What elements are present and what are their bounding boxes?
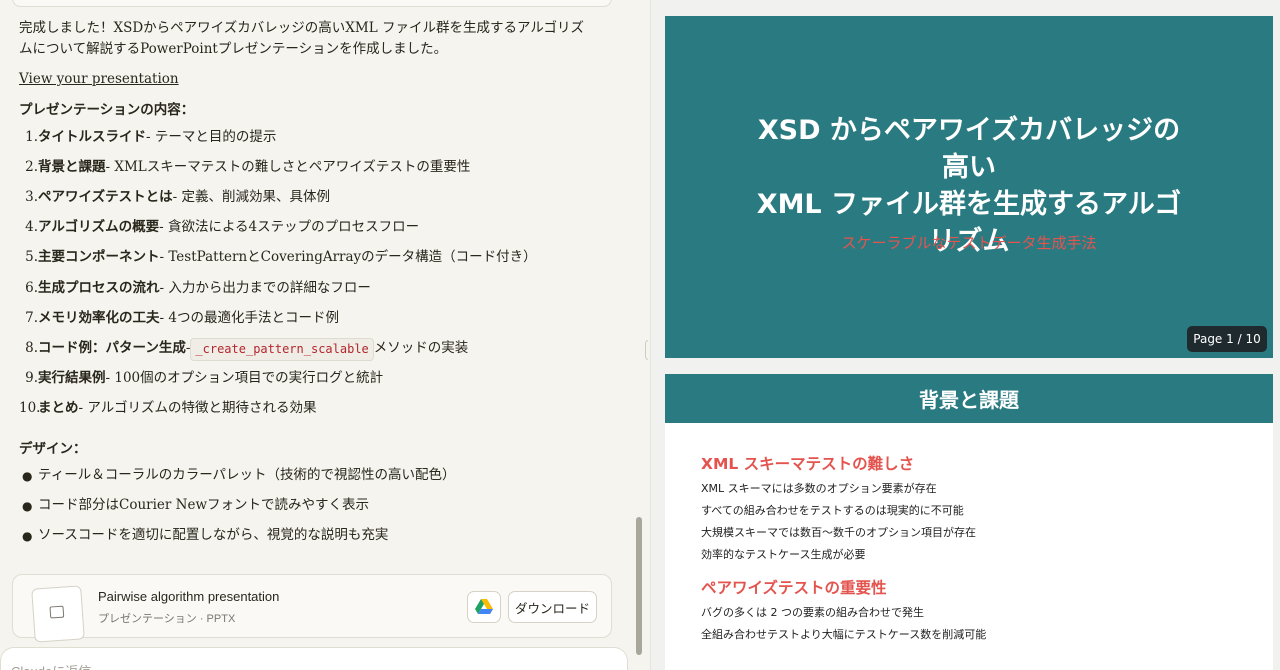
page-indicator: Page 1 / 10 xyxy=(1187,326,1267,352)
list-item: 1. タイトルスライド - テーマと目的の提示 xyxy=(25,128,277,145)
list-item: 6. 生成プロセスの流れ - 入力から出力までの詳細なフロー xyxy=(25,279,371,296)
list-item: 2. 背景と課題 - XMLスキーマテストの難しさとペアワイズテストの重要性 xyxy=(25,158,471,175)
slide-1: XSD からペアワイズカバレッジの 高い XML ファイル群を生成するアルゴ リ… xyxy=(665,16,1273,358)
design-heading: デザイン： xyxy=(19,440,87,457)
list-item: ● ティール＆コーラルのカラーパレット（技術的で視認性の高い配色） xyxy=(22,467,456,484)
pane-resize-handle[interactable] xyxy=(645,340,648,360)
section-title: XML スキーマテストの難しさ xyxy=(701,455,915,473)
slide-header: 背景と課題 xyxy=(665,374,1273,423)
list-item: XML スキーマには多数のオプション要素が存在 xyxy=(701,482,937,495)
reply-placeholder: Claudeに返信 xyxy=(11,661,91,670)
chat-scrollbar[interactable] xyxy=(636,517,642,655)
inline-code: _create_pattern_scalable xyxy=(190,338,374,361)
reply-input[interactable]: Claudeに返信 xyxy=(0,647,628,670)
section-bullets: XML スキーマには多数のオプション要素が存在 すべての組み合わせをテストするの… xyxy=(701,480,976,568)
list-item: 9. 実行結果例 - 100個のオプション項目での実行ログと統計 xyxy=(25,370,384,387)
list-item: 10. まとめ - アルゴリズムの特徴と期待される効果 xyxy=(19,400,317,417)
assistant-message: 完成しました！XSDからペアワイズカバレッジの高いXML ファイル群を生成するア… xyxy=(19,18,619,555)
list-item: バグの多くは 2 つの要素の組み合わせで発生 xyxy=(701,606,924,619)
save-to-drive-button[interactable] xyxy=(467,591,501,623)
list-item: 4. アルゴリズムの概要 - 貪欲法による4ステップのプロセスフロー xyxy=(25,219,420,236)
previous-message-card xyxy=(12,0,612,7)
list-item: 8. コード例：パターン生成 - _create_pattern_scalable… xyxy=(19,338,619,368)
slide-2: 背景と課題 XML スキーマテストの難しさ XML スキーマには多数のオプション… xyxy=(665,374,1273,670)
view-presentation-link[interactable]: View your presentation xyxy=(19,69,179,90)
list-item: 効率的なテストケース生成が必要 xyxy=(701,548,866,561)
list-item: ● ソースコードを適切に配置しながら、視覚的な説明も充実 xyxy=(22,527,389,544)
google-drive-icon xyxy=(475,599,493,614)
list-item: 7. メモリ効率化の工夫 - 4つの最適化手法とコード例 xyxy=(25,309,339,326)
list-item: 3. ペアワイズテストとは - 定義、削減効果、具体例 xyxy=(25,189,330,206)
contents-heading: プレゼンテーションの内容： xyxy=(19,101,195,118)
slide-subtitle: スケーラブルなテストデータ生成手法 xyxy=(841,234,1097,252)
list-item: 5. 主要コンポーネント - TestPatternとCoveringArrayの… xyxy=(25,249,537,266)
file-thumbnail xyxy=(31,585,85,643)
download-button[interactable]: ダウンロード xyxy=(508,591,597,623)
list-item: 全組み合わせテストより大幅にテストケース数を削減可能 xyxy=(701,628,987,641)
file-attachment-card[interactable]: Pairwise algorithm presentation プレゼンテーショ… xyxy=(12,574,612,643)
presentation-preview: XSD からペアワイズカバレッジの 高い XML ファイル群を生成するアルゴ リ… xyxy=(650,0,1280,670)
section-title: ペアワイズテストの重要性 xyxy=(701,579,887,597)
list-item: すべての組み合わせをテストするのは現実的に不可能 xyxy=(701,504,964,517)
section-bullets: バグの多くは 2 つの要素の組み合わせで発生 全組み合わせテストより大幅にテスト… xyxy=(701,604,986,648)
file-title: Pairwise algorithm presentation xyxy=(98,589,280,604)
design-list: ● ティール＆コーラルのカラーパレット（技術的で視認性の高い配色） ● コード部分は… xyxy=(19,465,619,555)
slides-icon xyxy=(49,605,65,619)
file-meta: プレゼンテーション · PPTX xyxy=(98,613,236,625)
message-intro: 完成しました！XSDからペアワイズカバレッジの高いXML ファイル群を生成するア… xyxy=(19,20,585,57)
list-item: 大規模スキーマでは数百〜数千のオプション項目が存在 xyxy=(701,526,976,539)
chat-pane: 完成しました！XSDからペアワイズカバレッジの高いXML ファイル群を生成するア… xyxy=(0,0,648,670)
contents-list: 1. タイトルスライド - テーマと目的の提示 2. 背景と課題 - XMLスキーマ… xyxy=(19,127,619,429)
list-item: ● コード部分はCourier Newフォントで読みやすく表示 xyxy=(22,497,370,514)
